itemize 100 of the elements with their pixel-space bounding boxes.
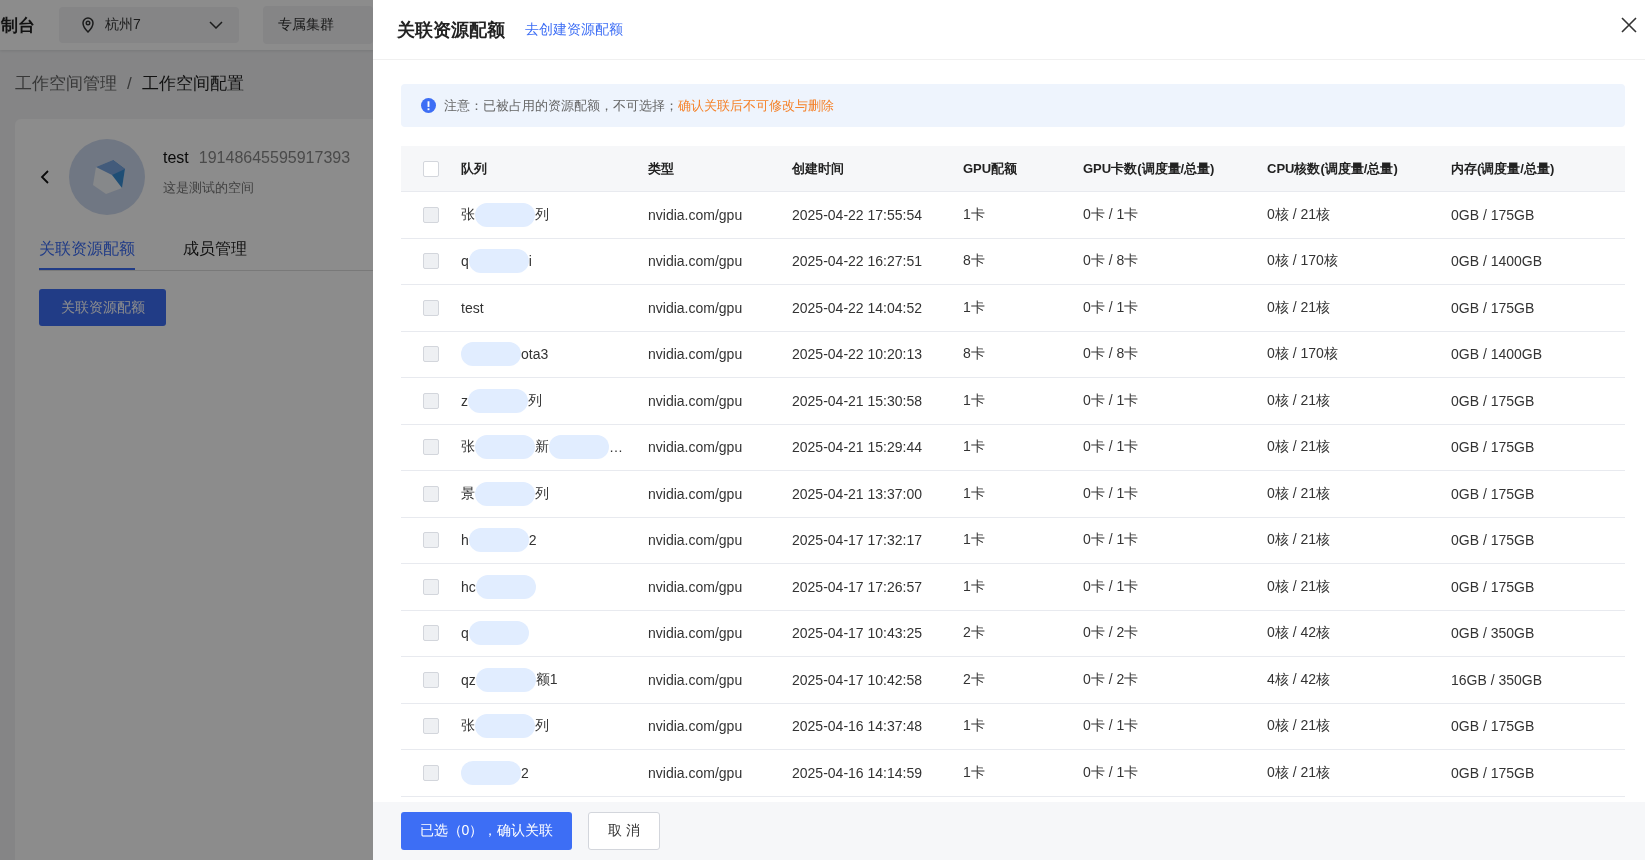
table-cell: 0核 / 21核: [1267, 205, 1331, 224]
table-cell: 16GB / 350GB: [1451, 671, 1543, 688]
table-cell: 2025-04-21 15:29:44: [792, 439, 922, 456]
table-cell: nvidia.com/gpu: [648, 485, 743, 502]
column-header: 队列: [461, 159, 487, 178]
table-cell: nvidia.com/gpu: [648, 439, 743, 456]
table-cell: 4核 / 42核: [1267, 670, 1331, 689]
column-header: 创建时间: [792, 159, 844, 178]
table-cell: 0卡 / 1卡: [1083, 438, 1139, 457]
table-cell: 0核 / 21核: [1267, 298, 1331, 317]
create-quota-link[interactable]: 去创建资源配额: [525, 20, 623, 39]
queue-name-fragment: 列: [535, 717, 549, 736]
table-cell: 0卡 / 8卡: [1083, 345, 1139, 364]
queue-name-fragment: hc: [461, 578, 476, 595]
queue-name-fragment: 2: [528, 532, 537, 549]
table-cell: nvidia.com/gpu: [648, 253, 743, 270]
link-quota-button[interactable]: 关联资源配额: [39, 289, 166, 326]
table-cell: 0GB / 175GB: [1451, 718, 1535, 735]
table-cell: 0卡 / 1卡: [1083, 484, 1139, 503]
queue-name-fragment: h: [461, 532, 469, 549]
table-cell: 1卡: [963, 391, 985, 410]
queue-name-fragment: qz: [461, 671, 476, 688]
cube-avatar-icon: [69, 139, 145, 215]
table-cell: 2025-04-16 14:37:48: [792, 718, 922, 735]
column-header: GPU卡数(调度量/总量): [1083, 159, 1215, 178]
table-cell: 0核 / 170核: [1267, 345, 1338, 364]
table-cell: 8卡: [963, 345, 985, 364]
notice-warning: 确认关联后不可修改与删除: [678, 96, 834, 115]
queue-name-fragment: q: [461, 253, 469, 270]
queue-name-fragment: q: [461, 625, 469, 642]
column-header: 内存(调度量/总量): [1451, 159, 1555, 178]
redaction-mark: [475, 667, 536, 692]
table-cell: 0GB / 1400GB: [1451, 346, 1543, 363]
region-select[interactable]: 杭州7: [59, 7, 239, 43]
queue-name-fragment: 额1: [535, 670, 558, 689]
redaction-mark: [475, 574, 536, 599]
table-cell: 0核 / 21核: [1267, 438, 1331, 457]
table-cell: 0卡 / 1卡: [1083, 298, 1139, 317]
table-cell: 0卡 / 1卡: [1083, 531, 1139, 550]
table-cell: nvidia.com/gpu: [648, 671, 743, 688]
table-cell: nvidia.com/gpu: [648, 206, 743, 223]
tab[interactable]: 关联资源配额: [39, 239, 135, 270]
location-pin-icon: [81, 17, 95, 33]
table-cell: 2025-04-17 17:32:17: [792, 532, 922, 549]
table-cell: 2025-04-21 15:30:58: [792, 392, 922, 409]
table-cell: 1卡: [963, 298, 985, 317]
redaction-mark: [468, 388, 528, 413]
queue-name-fragment: test: [461, 299, 484, 316]
table-cell: 1卡: [963, 763, 985, 782]
table-cell: 0核 / 21核: [1267, 763, 1331, 782]
close-icon[interactable]: [1621, 17, 1637, 33]
table-cell: 1卡: [963, 717, 985, 736]
table-cell: 0核 / 21核: [1267, 484, 1331, 503]
table-cell: 0卡 / 1卡: [1083, 763, 1139, 782]
queue-name-fragment: 张: [461, 438, 475, 457]
table-cell: nvidia.com/gpu: [648, 346, 743, 363]
table-cell: 0核 / 42核: [1267, 624, 1331, 643]
cluster-button[interactable]: 专属集群: [263, 6, 373, 44]
table-cell: 1卡: [963, 577, 985, 596]
table-cell: 2卡: [963, 624, 985, 643]
table-cell: 0GB / 175GB: [1451, 206, 1535, 223]
redaction-mark: [475, 435, 535, 460]
queue-name-fragment: ota3: [521, 346, 549, 363]
table-cell: 0卡 / 1卡: [1083, 205, 1139, 224]
table-cell: 2025-04-21 13:37:00: [792, 485, 922, 502]
queue-name-fragment: 2: [521, 764, 529, 781]
table-cell: 2025-04-22 17:55:54: [792, 206, 922, 223]
queue-name-fragment: 列: [535, 484, 549, 503]
table-cell: 2025-04-22 16:27:51: [792, 253, 922, 270]
workspace-id: 19148645595917393: [198, 149, 351, 167]
table-cell: 0GB / 175GB: [1451, 578, 1535, 595]
select-all-checkbox[interactable]: [423, 160, 439, 177]
table-cell: 0核 / 21核: [1267, 717, 1331, 736]
confirm-button[interactable]: 已选（0），确认关联: [401, 812, 572, 850]
cancel-button[interactable]: 取 消: [588, 812, 660, 850]
queue-name-fragment: 张: [461, 205, 475, 224]
table-cell: 2卡: [963, 670, 985, 689]
table-cell: 0卡 / 1卡: [1083, 717, 1139, 736]
redaction-mark: [461, 342, 521, 367]
breadcrumb-item[interactable]: 工作空间管理: [15, 72, 117, 95]
table-cell: 0核 / 21核: [1267, 531, 1331, 550]
queue-name-fragment: …: [609, 439, 623, 456]
table-cell: 0卡 / 2卡: [1083, 624, 1139, 643]
table-cell: 0核 / 21核: [1267, 391, 1331, 410]
redaction-mark: [468, 621, 529, 646]
tab[interactable]: 成员管理: [183, 239, 247, 270]
table-cell: 1卡: [963, 438, 985, 457]
redaction-mark: [461, 760, 521, 785]
table-cell: nvidia.com/gpu: [648, 532, 743, 549]
workspace-name: test: [163, 149, 189, 167]
table-cell: nvidia.com/gpu: [648, 392, 743, 409]
drawer-title: 关联资源配额: [397, 18, 505, 42]
console-title: 制台: [1, 14, 35, 37]
table-cell: nvidia.com/gpu: [648, 764, 743, 781]
table-cell: 0卡 / 1卡: [1083, 391, 1139, 410]
notice-text: 注意：已被占用的资源配额，不可选择；: [444, 96, 678, 115]
breadcrumb-item: 工作空间配置: [141, 73, 244, 95]
table-cell: 0GB / 175GB: [1451, 532, 1535, 549]
table-cell: 2025-04-17 10:42:58: [792, 671, 922, 688]
table-cell: 0卡 / 2卡: [1083, 670, 1139, 689]
